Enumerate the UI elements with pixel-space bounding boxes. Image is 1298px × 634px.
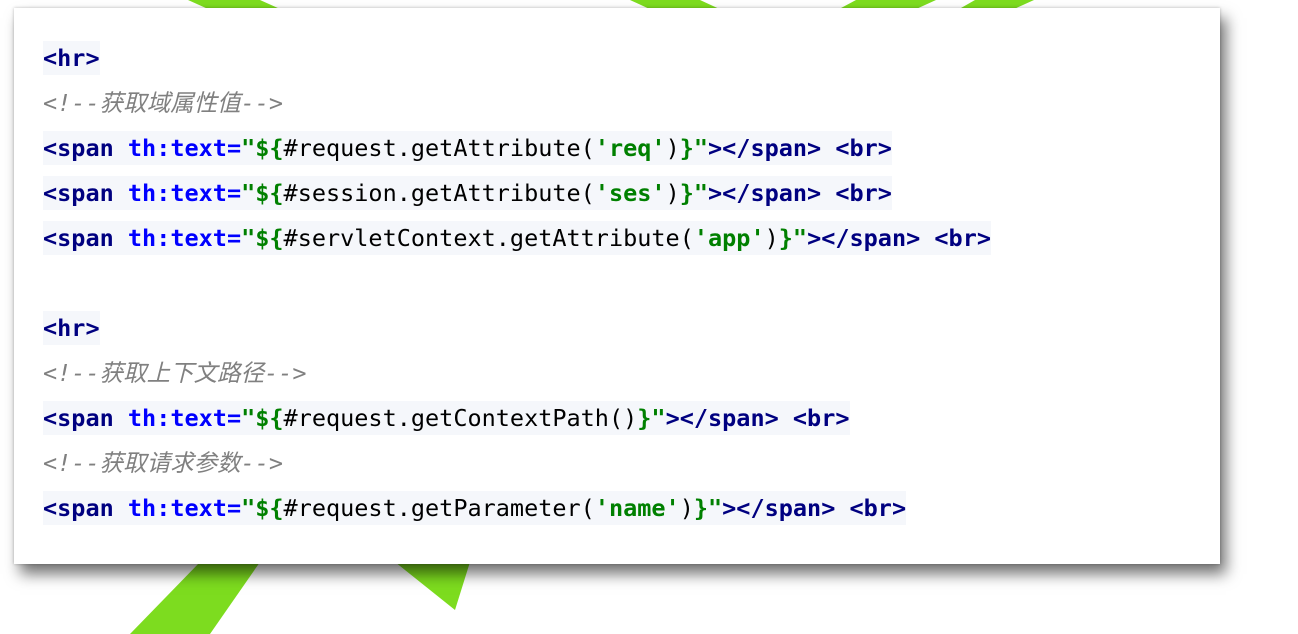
code-token-attr: th:text= xyxy=(127,224,242,252)
code-token-str: }" xyxy=(679,134,709,162)
code-line: <hr> xyxy=(43,36,991,81)
code-line-content: <span th:text="${#servletContext.getAttr… xyxy=(43,221,991,255)
code-line-content: <!--获取上下文路径--> xyxy=(43,359,307,387)
code-token-punct xyxy=(114,134,128,162)
code-token-punct xyxy=(835,494,849,522)
code-token-tag: <span xyxy=(43,134,114,162)
code-token-str: 'app' xyxy=(693,224,765,252)
code-token-tag: ></span> xyxy=(807,224,921,252)
code-token-punct: ) xyxy=(665,179,680,207)
code-token-punct: ) xyxy=(764,224,779,252)
code-line-content: <!--获取请求参数--> xyxy=(43,449,283,477)
code-comment-line: <!--获取上下文路径--> xyxy=(43,351,991,396)
code-token-str: }" xyxy=(679,179,709,207)
code-token-tag: ></span> xyxy=(665,404,779,432)
code-token-tag: ></span> xyxy=(708,134,822,162)
code-token-tag: <br> xyxy=(835,179,892,207)
code-token-punct xyxy=(821,134,835,162)
code-token-str: 'req' xyxy=(594,134,666,162)
code-token-attr: th:text= xyxy=(127,494,242,522)
code-token-str: }" xyxy=(637,404,666,432)
code-token-tag: <br> xyxy=(835,134,892,162)
code-token-tag: <br> xyxy=(849,494,907,522)
code-token-tag: <span xyxy=(43,404,114,432)
code-token-tag: ></span> xyxy=(722,494,836,522)
code-line-content: <!--获取域属性值--> xyxy=(43,89,283,117)
code-token-tag: <span xyxy=(43,494,114,522)
code-line-content: <hr> xyxy=(43,311,100,345)
code-token-str: "${ xyxy=(241,134,284,162)
code-token-punct: #request.getContextPath() xyxy=(283,404,638,432)
code-token-punct xyxy=(114,404,128,432)
code-line: <span th:text="${#request.getContextPath… xyxy=(43,396,991,441)
code-comment-line: <!--获取请求参数--> xyxy=(43,441,991,486)
code-token-attr: th:text= xyxy=(127,404,242,432)
code-token-punct xyxy=(779,404,793,432)
code-token-comment: <!--获取请求参数--> xyxy=(43,449,284,477)
code-token-tag: <br> xyxy=(934,224,991,252)
code-line-content: <span th:text="${#request.getContextPath… xyxy=(43,401,850,435)
code-token-tag: <hr> xyxy=(43,44,100,72)
code-line: <hr> xyxy=(43,306,991,351)
code-token-tag: <br> xyxy=(792,404,850,432)
code-token-str: "${ xyxy=(241,404,284,432)
code-token-punct xyxy=(114,179,128,207)
code-token-punct: ) xyxy=(665,134,680,162)
code-token-comment: <!--获取上下文路径--> xyxy=(43,359,307,387)
code-line-content: <span th:text="${#request.getAttribute('… xyxy=(43,131,892,165)
code-token-str: 'name' xyxy=(594,494,680,522)
code-token-str: }" xyxy=(778,224,808,252)
code-token-attr: th:text= xyxy=(127,179,242,207)
code-token-tag: <span xyxy=(43,224,114,252)
code-block: <hr> <!--获取域属性值--> <span th:text="${#reque… xyxy=(43,36,991,531)
code-line: <span th:text="${#session.getAttribute('… xyxy=(43,171,991,216)
code-token-punct: #session.getAttribute( xyxy=(283,179,595,207)
code-token-attr: th:text= xyxy=(127,134,242,162)
code-token-punct: ) xyxy=(679,494,694,522)
code-token-tag: ></span> xyxy=(708,179,822,207)
code-token-punct: #servletContext.getAttribute( xyxy=(283,224,694,252)
code-token-punct xyxy=(114,224,128,252)
code-comment-line: <!--获取域属性值--> xyxy=(43,81,991,126)
green-stroke-bottom-middle xyxy=(395,562,470,610)
code-token-punct: #request.getAttribute( xyxy=(283,134,595,162)
code-token-tag: <hr> xyxy=(43,314,100,342)
code-token-punct xyxy=(114,494,128,522)
code-line: <span th:text="${#request.getAttribute('… xyxy=(43,126,991,171)
code-token-punct xyxy=(920,224,934,252)
code-line-content: <span th:text="${#request.getParameter('… xyxy=(43,491,907,525)
green-stroke-bottom-left xyxy=(130,562,260,634)
code-token-str: 'ses' xyxy=(594,179,666,207)
code-token-str: }" xyxy=(693,494,723,522)
code-line-content: <span th:text="${#session.getAttribute('… xyxy=(43,176,892,210)
code-token-punct: #request.getParameter( xyxy=(283,494,595,522)
code-token-punct xyxy=(821,179,835,207)
code-line-content: <hr> xyxy=(43,41,100,75)
code-line: <span th:text="${#servletContext.getAttr… xyxy=(43,216,991,261)
code-token-str: "${ xyxy=(241,179,284,207)
code-token-tag: <span xyxy=(43,179,114,207)
code-token-str: "${ xyxy=(241,224,284,252)
code-line: <span th:text="${#request.getParameter('… xyxy=(43,486,991,531)
code-token-comment: <!--获取域属性值--> xyxy=(43,89,284,117)
code-token-str: "${ xyxy=(241,494,284,522)
